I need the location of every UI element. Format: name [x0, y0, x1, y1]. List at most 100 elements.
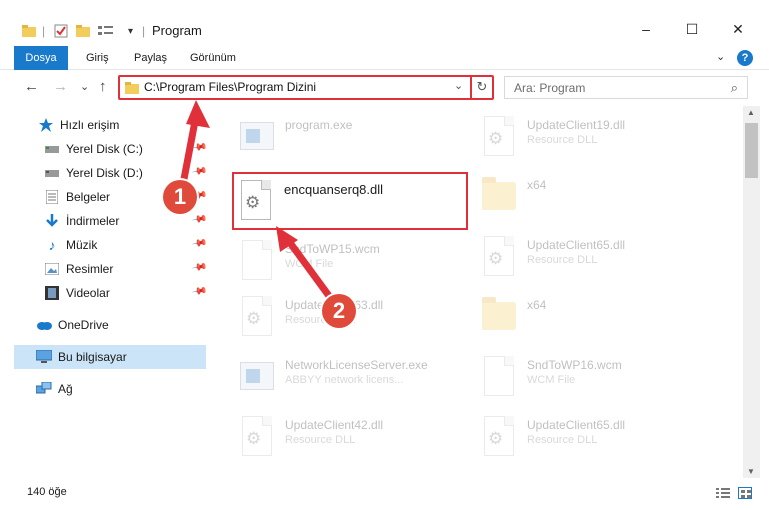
scroll-up-icon[interactable]: ▲ — [747, 108, 755, 117]
star-icon — [38, 117, 54, 133]
file-name: encquanserq8.dll — [284, 182, 384, 197]
sidebar-item-documents[interactable]: Belgeler — [44, 186, 110, 208]
pictures-icon — [44, 261, 60, 277]
address-bar[interactable]: C:\Program Files\Program Dizini ⌄ ↻ — [118, 75, 494, 100]
file-description: Resource DLL — [527, 254, 598, 266]
drive-icon — [44, 141, 60, 157]
file-item[interactable]: SndToWP16.wcm WCM File — [479, 352, 719, 408]
file-description: Resource DLL — [527, 134, 598, 146]
dll-icon: ⚙ — [479, 416, 519, 460]
tiles-view-icon[interactable] — [738, 487, 752, 499]
up-button[interactable]: ↑ — [99, 78, 107, 95]
window-title: Program — [152, 23, 202, 38]
file-name: UpdateClient19.dll — [527, 118, 626, 132]
pin-icon: 📌 — [190, 283, 208, 300]
scroll-thumb[interactable] — [745, 123, 758, 178]
search-input[interactable]: Ara: Program — [514, 81, 585, 95]
address-path[interactable]: C:\Program Files\Program Dizini — [144, 80, 316, 94]
sidebar-item-disk-d[interactable]: Yerel Disk (D:) — [44, 162, 143, 184]
dll-icon: ⚙ — [236, 180, 276, 224]
help-button[interactable]: ? — [737, 50, 753, 66]
pin-icon: 📌 — [190, 211, 208, 228]
title-bar: | ▾ | Program – ☐ ✕ — [0, 0, 769, 44]
step-1-marker: 1 — [163, 180, 197, 214]
tab-share[interactable]: Paylaş — [124, 46, 177, 70]
folder-icon — [479, 176, 519, 220]
vertical-scrollbar[interactable]: ▲ ▼ — [743, 106, 760, 478]
file-item[interactable]: ⚙ UpdateClient65.dll Resource DLL — [479, 412, 719, 468]
sidebar-item-videos[interactable]: Videolar — [44, 282, 110, 304]
sidebar-item-label: Yerel Disk (D:) — [66, 166, 143, 180]
tab-home[interactable]: Giriş — [76, 46, 119, 70]
file-item-encquanserq8[interactable]: ⚙ encquanserq8.dll — [236, 176, 476, 232]
new-folder-icon[interactable] — [76, 21, 90, 41]
sidebar-item-label: Resimler — [66, 262, 114, 276]
sidebar-item-downloads[interactable]: İndirmeler — [44, 210, 119, 232]
sidebar-item-music[interactable]: ♪ Müzik — [44, 234, 98, 256]
expand-ribbon-icon[interactable]: ⌄ — [716, 50, 725, 63]
dll-icon: ⚙ — [237, 416, 277, 460]
folder-icon — [125, 82, 139, 94]
file-list: program.exe SndToWP15.wcm WCM File ⚙ Upd… — [207, 106, 744, 478]
sidebar-item-label: İndirmeler — [66, 214, 120, 228]
tab-file[interactable]: Dosya — [14, 46, 68, 70]
highlighted-file[interactable]: ⚙ encquanserq8.dll — [232, 172, 468, 230]
file-name: SndToWP16.wcm — [527, 358, 622, 372]
dll-icon: ⚙ — [479, 116, 519, 160]
sidebar-item-this-pc[interactable]: Bu bilgisayar — [36, 346, 127, 368]
recent-locations-button[interactable]: ⌄ — [80, 80, 89, 93]
address-dropdown[interactable]: ⌄ — [454, 79, 463, 92]
customize-toolbar-icon[interactable]: ▾ — [128, 21, 133, 41]
search-icon[interactable]: ⌕ — [731, 80, 738, 96]
ribbon: Dosya Giriş Paylaş Görünüm ⌄ — [0, 44, 769, 70]
sidebar-item-label: Belgeler — [66, 190, 111, 204]
dll-icon: ⚙ — [479, 236, 519, 280]
file-item[interactable]: SndToWP15.wcm WCM File — [237, 236, 477, 292]
sidebar-item-quick-access[interactable]: Hızlı erişim — [38, 114, 119, 136]
file-description: WCM File — [285, 258, 334, 270]
sidebar-item-label: Ağ — [58, 382, 73, 396]
file-item[interactable]: ⚙ UpdateClient63.dll Resource DLL — [237, 292, 477, 348]
sidebar-item-disk-c[interactable]: Yerel Disk (C:) — [44, 138, 143, 160]
back-button[interactable]: ← — [24, 78, 39, 95]
file-description: ABBYY network licens... — [285, 374, 404, 386]
refresh-button[interactable]: ↻ — [470, 75, 492, 100]
pin-icon: 📌 — [190, 235, 208, 252]
file-item[interactable]: program.exe — [237, 112, 477, 168]
exe-icon — [237, 356, 277, 400]
download-icon — [44, 213, 60, 229]
file-item[interactable]: ⚙ UpdateClient42.dll Resource DLL — [237, 412, 477, 468]
item-count: 140 öğe — [27, 486, 67, 498]
file-item[interactable]: ⚙ UpdateClient65.dll Resource DLL — [479, 232, 719, 288]
folder-item[interactable]: x64 — [479, 172, 719, 228]
file-item[interactable]: ⚙ UpdateClient19.dll Resource DLL — [479, 112, 719, 168]
details-view-icon[interactable] — [716, 487, 730, 499]
properties-icon[interactable] — [54, 21, 68, 41]
scroll-down-icon[interactable]: ▼ — [747, 467, 755, 476]
file-name: x64 — [527, 178, 547, 192]
folder-item[interactable]: x64 — [479, 292, 719, 348]
video-icon — [44, 285, 60, 301]
navigation-row: ← → ⌄ ↑ C:\Program Files\Program Dizini … — [0, 70, 769, 106]
file-name: UpdateClient65.dll — [527, 418, 626, 432]
folder-icon — [479, 296, 519, 340]
forward-button[interactable]: → — [53, 78, 68, 95]
file-name: program.exe — [285, 118, 353, 132]
network-icon — [36, 381, 52, 397]
sidebar-item-onedrive[interactable]: OneDrive — [36, 314, 109, 336]
minimize-button[interactable]: – — [623, 14, 669, 44]
close-button[interactable]: ✕ — [715, 14, 761, 44]
search-box[interactable]: Ara: Program ⌕ — [504, 76, 748, 99]
status-bar: 140 öğe — [0, 478, 769, 510]
maximize-button[interactable]: ☐ — [669, 14, 715, 44]
file-item[interactable]: NetworkLicenseServer.exe ABBYY network l… — [237, 352, 477, 408]
file-name: NetworkLicenseServer.exe — [285, 358, 428, 372]
tab-view[interactable]: Görünüm — [180, 46, 246, 70]
documents-icon — [44, 189, 60, 205]
sidebar-item-network[interactable]: Ağ — [36, 378, 73, 400]
separator: | — [42, 24, 46, 38]
pin-icon: 📌 — [190, 163, 208, 180]
sidebar-item-label: Videolar — [66, 286, 110, 300]
sidebar-item-pictures[interactable]: Resimler — [44, 258, 113, 280]
view-options-icon[interactable] — [98, 21, 114, 41]
